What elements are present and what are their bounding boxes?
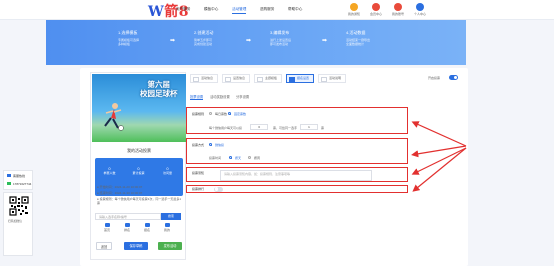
opt-daily[interactable]: 每日票数 <box>215 112 227 116</box>
activity-poster: 第六届 校园足球杯 <box>92 74 186 142</box>
contact-panel: 客服热线 17871627744 <box>3 170 33 190</box>
phone-nav-home[interactable]: 首页 <box>97 223 117 232</box>
vote-queue-toggle[interactable] <box>214 186 223 192</box>
vote-rule-desc-suffix: 票 <box>321 126 325 130</box>
tab-theme-template[interactable]: 主题模板 <box>254 74 282 83</box>
register-title: 我的活动投票 <box>127 148 151 153</box>
runner-illustration <box>104 103 124 131</box>
step-2: 2.创建活动 简单五步即可 完成创建活动 <box>194 30 214 46</box>
checkbox-icon <box>193 76 199 82</box>
stat-visits: 0 访问量 <box>162 166 172 175</box>
opt-by-week[interactable]: 按周 <box>254 156 260 160</box>
user-icon <box>164 223 170 227</box>
publish-button[interactable]: 发布活动 <box>158 242 182 250</box>
step-4: 4.活动数据 活动结束一键导出 全面数据统计 <box>346 30 371 46</box>
checkbox-icon <box>225 76 231 82</box>
nav-item-template-center[interactable]: 模板中心 <box>204 7 218 12</box>
stat-participants: 0 参赛人数 <box>103 166 116 175</box>
vote-time-label: 投票时间 <box>209 156 222 160</box>
step-1: 1.选择模板 专属模板可选择 多种模板 <box>118 30 140 46</box>
opt-by-day[interactable]: 按天 <box>235 156 241 160</box>
opt-fixed[interactable]: 固定票数 <box>234 112 246 116</box>
nav-item-activity-manage[interactable]: 活动管理 <box>232 7 247 14</box>
poster-title: 第六届 校园足球杯 <box>140 80 178 98</box>
annotation-arrows <box>411 121 467 192</box>
rank-icon <box>124 223 130 227</box>
top-bar: W箭8 用户服务 模板中心 活动管理 选购服务 帮助中心 我的通知 会员中心 我… <box>0 0 554 20</box>
contact-label: 客服热线 <box>13 174 26 178</box>
checkbox-icon <box>289 76 295 82</box>
vote-notice-label: 投票须知 <box>192 171 205 175</box>
signup-icon <box>144 223 150 227</box>
home-icon <box>104 223 110 227</box>
subtab-share-settings[interactable]: 分享设置 <box>236 94 249 99</box>
arrow-right-icon: ➡ <box>170 38 176 44</box>
checkbox-icon <box>257 76 263 82</box>
save-draft-button[interactable]: 保存草稿 <box>124 242 148 250</box>
tab-activity-desc[interactable]: 活动说明 <box>318 74 346 83</box>
player-search-input[interactable]: 请输入选手名称/编号 <box>95 213 161 220</box>
vote-rule-desc-mid: 票，可给同一选手 <box>273 126 298 130</box>
vote-method-section <box>186 138 408 164</box>
tab-signup-settings[interactable]: 报名设置 <box>286 74 314 83</box>
player-search-button[interactable]: 搜索 <box>161 213 181 220</box>
subtab-reward-settings[interactable]: 活动奖励设置 <box>210 94 230 99</box>
bell-icon <box>350 3 358 11</box>
tab-settings-info[interactable]: 设置信息 <box>222 74 250 83</box>
vote-method-label: 投票方式 <box>192 143 205 147</box>
subtab-vote-settings[interactable]: 投票设置 <box>190 94 204 100</box>
vote-queue-label: 投票排行 <box>192 187 205 191</box>
tab-activity-info[interactable]: 活动信息 <box>190 74 218 83</box>
stat-votes: 0 累计投票 <box>132 166 145 175</box>
qr-panel: 扫码加微信 <box>3 192 33 256</box>
vote-rule-label: 投票规则 <box>192 112 205 116</box>
vote-rule-desc-prefix: 每个微信用户每天可以投 <box>209 126 243 130</box>
nav-item-help[interactable]: 帮助中心 <box>288 7 302 12</box>
phone-nav-signup[interactable]: 报名 <box>137 223 157 232</box>
phone-preview: 第六届 校园足球杯 我的活动投票 0 参赛人数 0 累计投票 0 访问量 ● 开始时间… <box>90 72 186 260</box>
qr-caption: 扫码加微信 <box>8 219 22 223</box>
nav-item-user-service[interactable]: 用户服务 <box>176 7 190 12</box>
service-icon <box>7 174 11 177</box>
vote-notice-textarea[interactable]: 请输入投票须知内容，如：投票规则、注意事项等 <box>220 170 372 181</box>
back-button[interactable]: 返回 <box>96 242 112 250</box>
voting-toggle[interactable] <box>449 75 458 80</box>
profile-link[interactable]: 个人中心 <box>406 3 434 16</box>
info-end-time: ● 结束时间：2024-11-30 10:00:07 <box>97 191 143 195</box>
phone-icon <box>7 182 11 185</box>
checkbox-icon <box>321 76 327 82</box>
opt-wechat[interactable]: 微信投 <box>215 143 224 147</box>
contact-phone: 17871627744 <box>13 182 32 186</box>
phone-nav-rank[interactable]: 排名 <box>117 223 137 232</box>
phone-nav-mine[interactable]: 我的 <box>157 223 177 232</box>
info-vote-rule: ● 投票规则：每个微信用户每天可投票3次，同一选手一天最多1票 <box>97 197 181 205</box>
nav-item-purchase[interactable]: 选购服务 <box>260 7 274 12</box>
user-icon <box>416 3 424 11</box>
info-start-time: ● 开始时间：2024-11-20 10:00:07 <box>97 185 143 189</box>
arrow-right-icon: ➡ <box>322 38 328 44</box>
switch-label: 开启投票 <box>428 76 441 80</box>
votes-per-player-input[interactable]: 1 <box>300 124 318 130</box>
steps-banner: 1.选择模板 专属模板可选择 多种模板 ➡ 2.创建活动 简单五步即可 完成创建活动… <box>46 20 466 65</box>
votes-per-day-input[interactable]: 3 <box>250 124 268 130</box>
crown-icon <box>372 3 380 11</box>
arrow-right-icon: ➡ <box>246 38 252 44</box>
qr-code-icon <box>9 196 29 216</box>
wallet-icon <box>394 3 402 11</box>
step-3: 3.编辑发布 进行上述设置后 即可发布活动 <box>270 30 292 46</box>
